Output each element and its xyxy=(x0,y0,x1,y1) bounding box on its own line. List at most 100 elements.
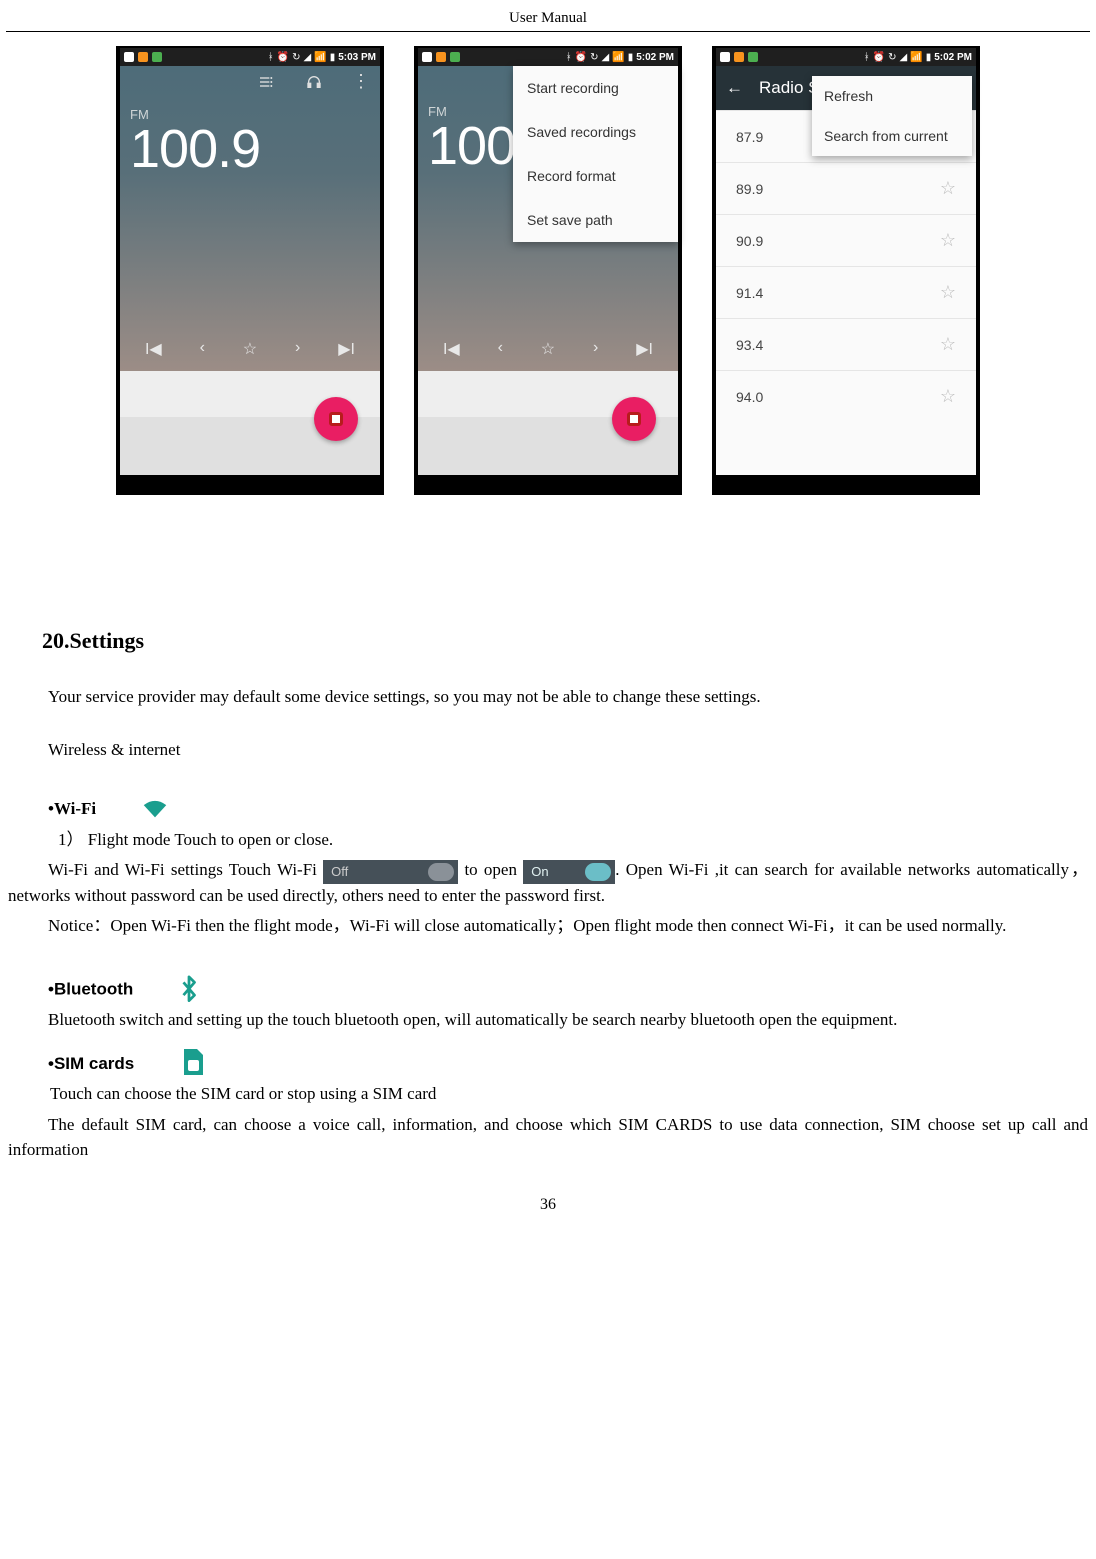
document-body: 20.Settings Your service provider may de… xyxy=(6,625,1090,1162)
headphones-icon[interactable] xyxy=(304,74,324,95)
bluetooth-icon: ᚼ xyxy=(268,52,274,63)
section-title: 20.Settings xyxy=(42,625,1088,657)
skip-prev-icon[interactable]: I◀ xyxy=(145,339,162,359)
fm-radio-screen: ⋮ FM 100.9 I◀ ‹ ☆ › ▶I xyxy=(120,66,380,371)
status-time: 5:02 PM xyxy=(636,52,674,63)
sync-icon: ↻ xyxy=(590,52,598,63)
battery-icon: ▮ xyxy=(926,52,932,63)
phone-screenshot-2: ᚼ ⏰ ↻ ◢ 📶 ▮ 5:02 PM . FM 100.9 I◀ ‹ ☆ › … xyxy=(414,46,682,495)
toggle-off-label: Off xyxy=(331,864,348,879)
prev-icon[interactable]: ‹ xyxy=(498,339,503,359)
wireless-heading: Wireless & internet xyxy=(8,738,1088,763)
star-icon[interactable]: ☆ xyxy=(940,386,956,407)
star-icon[interactable]: ☆ xyxy=(940,178,956,199)
status-time: 5:03 PM xyxy=(338,52,376,63)
station-row[interactable]: 89.9 ☆ xyxy=(716,162,976,214)
wifi-fan-icon xyxy=(100,794,130,820)
flight-mode-line: 1） Flight mode Touch to open or close. xyxy=(8,828,1088,853)
menu-record-format[interactable]: Record format xyxy=(513,154,678,198)
station-row[interactable]: 91.4 ☆ xyxy=(716,266,976,318)
page-header: User Manual xyxy=(6,10,1090,32)
toggle-knob xyxy=(428,863,454,881)
context-menu: Start recording Saved recordings Record … xyxy=(513,66,678,242)
radio-stations-screen: ← Radio S 87.9 89.9 ☆ 90.9 ☆ 91.4 ☆ 93.4… xyxy=(716,66,976,475)
bluetooth-icon: ᚼ xyxy=(566,52,572,63)
menu-icon[interactable]: ⋮ xyxy=(352,74,370,95)
signal-icon: 📶 xyxy=(612,52,624,63)
sim-line-1: Touch can choose the SIM card or stop us… xyxy=(8,1082,1088,1107)
record-button[interactable] xyxy=(612,397,656,441)
star-icon[interactable]: ☆ xyxy=(940,282,956,303)
wifi-head-text: •Wi-Fi xyxy=(48,799,96,818)
bluetooth-rune-icon xyxy=(138,975,160,1003)
sync-icon: ↻ xyxy=(292,52,300,63)
station-freq: 91.4 xyxy=(736,285,763,301)
sim-line-2: The default SIM card, can choose a voice… xyxy=(8,1113,1088,1162)
next-icon[interactable]: › xyxy=(295,339,300,359)
favorite-icon[interactable]: ☆ xyxy=(541,339,555,359)
wifi-icon: ◢ xyxy=(602,52,610,63)
status-bar: ᚼ ⏰ ↻ ◢ 📶 ▮ 5:03 PM xyxy=(120,48,380,66)
favorite-icon[interactable]: ☆ xyxy=(243,339,257,359)
status-icon xyxy=(124,52,134,62)
back-icon[interactable]: ← xyxy=(726,78,743,98)
page-number: 36 xyxy=(6,1196,1090,1214)
appbar-title: Radio S xyxy=(759,78,819,98)
menu-set-save-path[interactable]: Set save path xyxy=(513,198,678,242)
status-bar: ᚼ ⏰ ↻ ◢ 📶 ▮ 5:02 PM xyxy=(418,48,678,66)
alarm-icon: ⏰ xyxy=(277,52,289,63)
screenshots-row: ᚼ ⏰ ↻ ◢ 📶 ▮ 5:03 PM ⋮ FM 100.9 xyxy=(6,46,1090,495)
fm-frequency: 100.9 xyxy=(120,118,380,180)
list-icon[interactable] xyxy=(256,74,276,95)
wifi-toggle-paragraph: Wi-Fi and Wi-Fi settings Touch Wi-Fi Off… xyxy=(8,858,1088,908)
fm-record-bar xyxy=(418,417,678,475)
station-freq: 90.9 xyxy=(736,233,763,249)
bt-head-text: •Bluetooth xyxy=(48,979,133,998)
menu-refresh[interactable]: Refresh xyxy=(812,76,972,116)
phone-screenshot-3: ᚼ ⏰ ↻ ◢ 📶 ▮ 5:02 PM ← Radio S 87.9 89.9 … xyxy=(712,46,980,495)
status-icon xyxy=(422,52,432,62)
record-button[interactable] xyxy=(314,397,358,441)
status-icon xyxy=(748,52,758,62)
menu-saved-recordings[interactable]: Saved recordings xyxy=(513,110,678,154)
next-icon[interactable]: › xyxy=(593,339,598,359)
station-freq: 87.9 xyxy=(736,129,763,145)
skip-next-icon[interactable]: ▶I xyxy=(636,339,653,359)
station-row[interactable]: 94.0 ☆ xyxy=(716,370,976,422)
phone-screenshot-1: ᚼ ⏰ ↻ ◢ 📶 ▮ 5:03 PM ⋮ FM 100.9 xyxy=(116,46,384,495)
toggle-on-label: On xyxy=(531,864,548,879)
status-bar: ᚼ ⏰ ↻ ◢ 📶 ▮ 5:02 PM xyxy=(716,48,976,66)
fm-controls: I◀ ‹ ☆ › ▶I xyxy=(418,339,678,359)
status-icon xyxy=(450,52,460,62)
bluetooth-body: Bluetooth switch and setting up the touc… xyxy=(8,1008,1088,1033)
skip-next-icon[interactable]: ▶I xyxy=(338,339,355,359)
stop-icon xyxy=(627,412,641,426)
stop-icon xyxy=(329,412,343,426)
intro-paragraph: Your service provider may default some d… xyxy=(8,685,1088,710)
sync-icon: ↻ xyxy=(888,52,896,63)
wifi-icon: ◢ xyxy=(900,52,908,63)
bluetooth-heading: •Bluetooth xyxy=(8,967,1088,1002)
signal-icon: 📶 xyxy=(910,52,922,63)
bluetooth-icon: ᚼ xyxy=(864,52,870,63)
context-menu: Refresh Search from current xyxy=(812,76,972,156)
battery-icon: ▮ xyxy=(628,52,634,63)
status-icon xyxy=(152,52,162,62)
wifi-icon: ◢ xyxy=(304,52,312,63)
prev-icon[interactable]: ‹ xyxy=(200,339,205,359)
fm-record-bar xyxy=(120,417,380,475)
wifi-toggle-on[interactable]: On xyxy=(523,860,615,884)
station-row[interactable]: 90.9 ☆ xyxy=(716,214,976,266)
skip-prev-icon[interactable]: I◀ xyxy=(443,339,460,359)
wifi-toggle-off[interactable]: Off xyxy=(323,860,458,884)
star-icon[interactable]: ☆ xyxy=(940,334,956,355)
fm-controls: I◀ ‹ ☆ › ▶I xyxy=(120,339,380,359)
alarm-icon: ⏰ xyxy=(873,52,885,63)
menu-search-from-current[interactable]: Search from current xyxy=(812,116,972,156)
station-row[interactable]: 93.4 ☆ xyxy=(716,318,976,370)
status-icon xyxy=(720,52,730,62)
status-icon xyxy=(436,52,446,62)
star-icon[interactable]: ☆ xyxy=(940,230,956,251)
menu-start-recording[interactable]: Start recording xyxy=(513,66,678,110)
wifi-heading: •Wi-Fi xyxy=(8,788,1088,822)
